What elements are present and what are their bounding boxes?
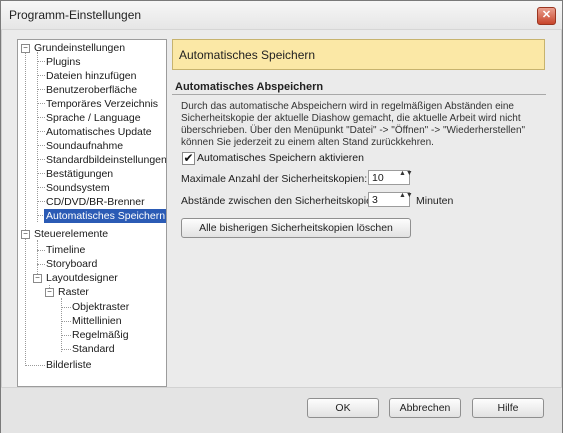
tree-item-mittellinien[interactable]: Mittellinien bbox=[72, 314, 122, 328]
tree-node-steuerelemente[interactable]: Steuerelemente bbox=[34, 227, 108, 241]
title-bar[interactable]: Programm-Einstellungen ✕ bbox=[1, 1, 562, 30]
tree-item-temporaeres-verzeichnis[interactable]: Temporäres Verzeichnis bbox=[46, 97, 158, 111]
tree-item-brenner[interactable]: CD/DVD/BR-Brenner bbox=[46, 195, 145, 209]
tree-item-benutzeroberflaeche[interactable]: Benutzeroberfläche bbox=[46, 83, 137, 97]
panel-header: Automatisches Speichern bbox=[172, 39, 545, 70]
tree-item-sprache[interactable]: Sprache / Language bbox=[46, 111, 141, 125]
tree-item-automatisches-speichern[interactable]: Automatisches Speichern bbox=[44, 209, 166, 223]
minus-box-icon[interactable]: − bbox=[21, 44, 30, 53]
close-icon[interactable]: ✕ bbox=[537, 7, 556, 25]
tree-item-soundsystem[interactable]: Soundsystem bbox=[46, 181, 110, 195]
tree-node-raster[interactable]: Raster bbox=[58, 285, 89, 299]
max-copies-stepper[interactable]: 10 ▲▼ bbox=[368, 170, 413, 185]
tree-item-standard[interactable]: Standard bbox=[72, 342, 115, 356]
autosave-checkbox-label[interactable]: Automatisches Speichern aktivieren bbox=[197, 152, 364, 164]
help-button[interactable]: Hilfe bbox=[472, 398, 544, 418]
tree-item-soundaufnahme[interactable]: Soundaufnahme bbox=[46, 139, 123, 153]
interval-unit: Minuten bbox=[416, 195, 454, 207]
tree-node-layoutdesigner[interactable]: Layoutdesigner bbox=[46, 271, 118, 285]
minus-box-icon[interactable]: − bbox=[45, 288, 54, 297]
tree-item-bilderliste[interactable]: Bilderliste bbox=[46, 358, 92, 372]
max-copies-value[interactable]: 10 bbox=[372, 172, 384, 184]
description-text: Durch das automatische Abspeichern wird … bbox=[181, 101, 526, 148]
panel-header-title: Automatisches Speichern bbox=[179, 48, 316, 62]
minus-box-icon[interactable]: − bbox=[21, 230, 30, 239]
window-title: Programm-Einstellungen bbox=[9, 8, 142, 22]
settings-dialog: Programm-Einstellungen ✕ − Grundeinstell… bbox=[0, 0, 563, 433]
tree-item-regelmaessig[interactable]: Regelmäßig bbox=[72, 328, 129, 342]
delete-backups-button[interactable]: Alle bisherigen Sicherheitskopien lösche… bbox=[181, 218, 411, 238]
interval-value[interactable]: 3 bbox=[372, 194, 378, 206]
section-title: Automatisches Abspeichern bbox=[175, 81, 324, 93]
tree-item-standardbildeinstellungen[interactable]: Standardbildeinstellungen bbox=[46, 153, 166, 167]
cancel-button[interactable]: Abbrechen bbox=[389, 398, 461, 418]
ok-button[interactable]: OK bbox=[307, 398, 379, 418]
tree-item-storyboard[interactable]: Storyboard bbox=[46, 257, 97, 271]
tree-item-plugins[interactable]: Plugins bbox=[46, 55, 80, 69]
checkmark-icon: ✔ bbox=[183, 151, 194, 165]
spin-arrows-icon[interactable]: ▲▼ bbox=[399, 192, 413, 206]
tree-item-timeline[interactable]: Timeline bbox=[46, 243, 85, 257]
autosave-checkbox[interactable]: ✔ bbox=[182, 152, 195, 165]
minus-box-icon[interactable]: − bbox=[33, 274, 42, 283]
tree-item-dateien-hinzufuegen[interactable]: Dateien hinzufügen bbox=[46, 69, 137, 83]
tree-item-objektraster[interactable]: Objektraster bbox=[72, 300, 129, 314]
settings-tree[interactable]: − Grundeinstellungen Plugins Dateien hin… bbox=[17, 39, 167, 387]
max-copies-label: Maximale Anzahl der Sicherheitskopien: bbox=[181, 173, 368, 185]
section-divider bbox=[172, 94, 546, 95]
interval-stepper[interactable]: 3 ▲▼ bbox=[368, 192, 413, 207]
tree-node-grundeinstellungen[interactable]: Grundeinstellungen bbox=[34, 41, 125, 55]
tree-item-bestaetigungen[interactable]: Bestätigungen bbox=[46, 167, 113, 181]
spin-arrows-icon[interactable]: ▲▼ bbox=[399, 170, 413, 184]
tree-item-automatisches-update[interactable]: Automatisches Update bbox=[46, 125, 152, 139]
interval-label: Abstände zwischen den Sicherheitskopien: bbox=[181, 195, 381, 207]
